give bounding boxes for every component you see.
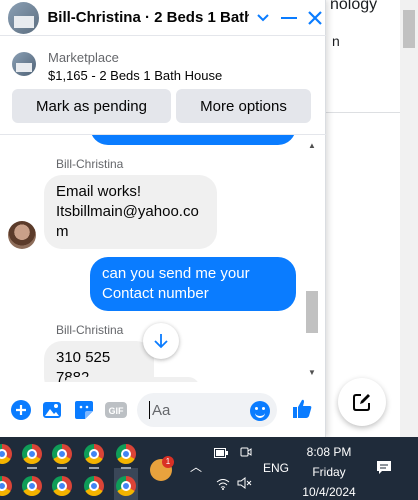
clock-date: 10/4/2024: [302, 485, 356, 499]
outgoing-message: can you send me your Contact number: [90, 257, 296, 311]
message-line: Email works!: [56, 183, 142, 200]
chrome-app-icon[interactable]: [84, 476, 104, 496]
app-running-indicator: [57, 467, 67, 469]
sticker-icon[interactable]: [72, 398, 96, 422]
new-message-button[interactable]: [338, 378, 386, 426]
chat-header: Bill-Christina · 2 Beds 1 Bath...: [0, 0, 326, 36]
speaker-muted-icon[interactable]: [237, 477, 253, 492]
message-line: Itsbillmain@yahoo.co: [56, 203, 199, 220]
incoming-message: Email works! Itsbillmain@yahoo.co m: [44, 175, 217, 249]
sender-name: Bill-Christina: [56, 323, 124, 337]
chat-title[interactable]: Bill-Christina · 2 Beds 1 Bath...: [47, 9, 249, 26]
chevron-down-icon[interactable]: [255, 13, 271, 22]
scroll-up-arrow-icon[interactable]: ▲: [308, 141, 316, 150]
thumbs-up-icon[interactable]: [290, 397, 314, 421]
minimize-icon[interactable]: [279, 16, 299, 20]
chevron-up-icon[interactable]: ︿: [190, 458, 202, 475]
sender-name: Bill-Christina: [56, 157, 124, 171]
more-options-button[interactable]: More options: [176, 89, 311, 123]
clock[interactable]: 8:08 PM Friday 10/4/2024: [300, 442, 358, 500]
incoming-message: 310 525 7882: [44, 341, 154, 382]
notification-icon[interactable]: [376, 460, 392, 481]
listing-title: $1,165 - 2 Beds 1 Bath House: [48, 68, 223, 83]
background-heading: nology: [330, 0, 378, 13]
meet-now-icon[interactable]: [240, 446, 252, 461]
message-scrollbar[interactable]: ▲ ▼: [306, 141, 318, 377]
gif-icon[interactable]: GIF: [104, 398, 128, 422]
message-composer: GIF Aa: [0, 384, 326, 436]
language-indicator[interactable]: ENG: [263, 461, 289, 475]
battery-icon[interactable]: [214, 447, 228, 461]
close-icon[interactable]: [304, 10, 326, 26]
chrome-app-icon[interactable]: [84, 444, 104, 464]
message-line: can you send me your: [102, 265, 250, 282]
compose-icon: [353, 394, 370, 411]
app-running-indicator: [89, 467, 99, 469]
message-input-placeholder: Aa: [152, 401, 171, 419]
wifi-icon[interactable]: [216, 478, 230, 493]
chrome-app-icon[interactable]: [52, 444, 72, 464]
weather-badge: 1: [162, 456, 174, 468]
chrome-app-icon[interactable]: [22, 444, 42, 464]
marketplace-listing[interactable]: Marketplace $1,165 - 2 Beds 1 Bath House: [0, 42, 326, 90]
app-running-indicator: [121, 467, 131, 469]
chrome-app-icon[interactable]: [116, 444, 136, 464]
sender-avatar[interactable]: [8, 221, 36, 249]
background-text: n: [332, 33, 340, 49]
arrow-down-icon: [154, 334, 168, 349]
listing-thumbnail: [12, 52, 36, 76]
app-running-indicator: [27, 467, 37, 469]
chrome-app-icon[interactable]: [116, 476, 136, 496]
marketplace-label: Marketplace: [48, 50, 119, 65]
previous-message-bubble: [90, 135, 296, 145]
message-line: m: [56, 223, 69, 240]
plus-icon[interactable]: [9, 398, 33, 422]
text-caret: [149, 401, 150, 419]
chat-window: Bill-Christina · 2 Beds 1 Bath... Market…: [0, 0, 326, 437]
clock-day: Friday: [312, 465, 346, 479]
message-scrollbar-thumb[interactable]: [306, 291, 318, 333]
chrome-app-icon[interactable]: [22, 476, 42, 496]
mark-as-pending-button[interactable]: Mark as pending: [12, 89, 171, 123]
message-line: Contact number: [102, 285, 209, 302]
clock-time: 8:08 PM: [306, 445, 352, 459]
page-scrollbar[interactable]: [400, 0, 418, 437]
background-divider: [326, 112, 400, 113]
photo-icon[interactable]: [40, 398, 64, 422]
incoming-message-partial: [62, 377, 200, 382]
emoji-icon[interactable]: [250, 401, 270, 421]
scroll-to-bottom-button[interactable]: [143, 323, 179, 359]
scroll-down-arrow-icon[interactable]: ▼: [308, 368, 316, 377]
listing-avatar[interactable]: [8, 1, 40, 34]
message-list: Bill-Christina Email works! Itsbillmain@…: [0, 134, 326, 382]
gif-label: GIF: [109, 406, 125, 416]
page-scrollbar-thumb[interactable]: [403, 10, 415, 48]
chrome-app-icon[interactable]: [52, 476, 72, 496]
